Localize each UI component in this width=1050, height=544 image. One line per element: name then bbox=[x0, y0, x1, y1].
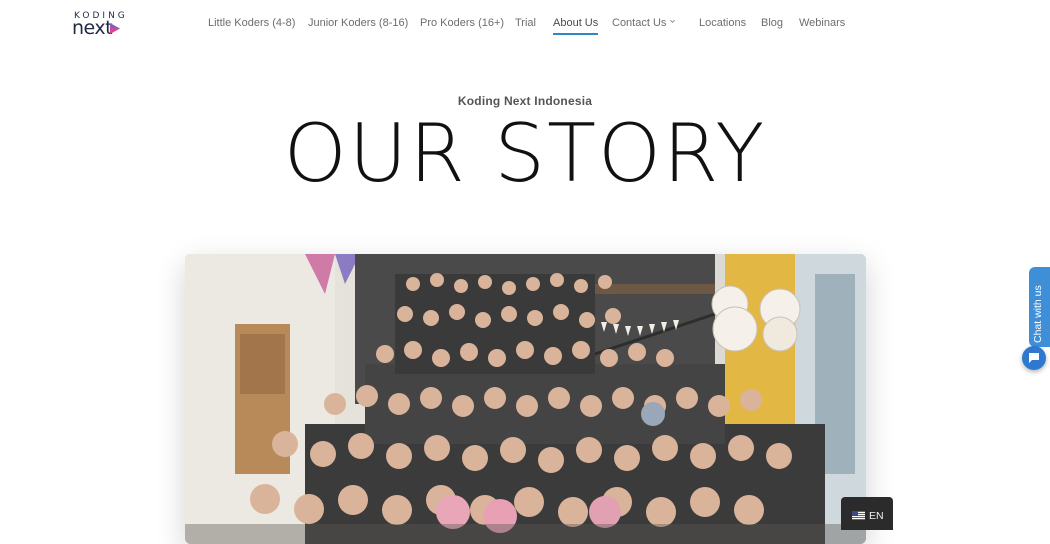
nav-junior-koders[interactable]: Junior Koders (8-16) bbox=[308, 17, 408, 30]
nav-webinars[interactable]: Webinars bbox=[799, 17, 845, 30]
chat-bubble-button[interactable] bbox=[1022, 346, 1046, 370]
page-eyebrow: Koding Next Indonesia bbox=[457, 94, 593, 108]
language-switcher[interactable]: EN bbox=[841, 497, 893, 530]
nav-trial[interactable]: Trial bbox=[515, 17, 536, 30]
team-photo bbox=[185, 254, 866, 544]
site-header: KODING next Little Koders (4-8) Junior K… bbox=[0, 0, 1050, 48]
group-photo-image bbox=[185, 254, 866, 544]
nav-about-us[interactable]: About Us bbox=[553, 17, 599, 35]
nav-little-koders[interactable]: Little Koders (4-8) bbox=[208, 17, 295, 30]
chat-icon bbox=[1029, 353, 1039, 363]
language-code: EN bbox=[869, 510, 884, 522]
chat-tab-label: Chat with us bbox=[1032, 285, 1044, 343]
chat-with-us-tab[interactable]: Chat with us bbox=[1029, 267, 1050, 347]
nav-pro-koders[interactable]: Pro Koders (16+) bbox=[420, 17, 504, 30]
koding-next-logo[interactable]: KODING next bbox=[72, 11, 132, 39]
us-flag-icon bbox=[852, 511, 865, 520]
logo-play-icon bbox=[110, 23, 120, 34]
chevron-down-icon[interactable] bbox=[670, 19, 675, 24]
nav-blog[interactable]: Blog bbox=[761, 17, 783, 30]
page-title: OUR STORY bbox=[283, 107, 767, 200]
nav-locations[interactable]: Locations bbox=[699, 17, 746, 30]
nav-contact-us[interactable]: Contact Us bbox=[612, 17, 666, 30]
logo-bottom-text: next bbox=[72, 17, 113, 39]
